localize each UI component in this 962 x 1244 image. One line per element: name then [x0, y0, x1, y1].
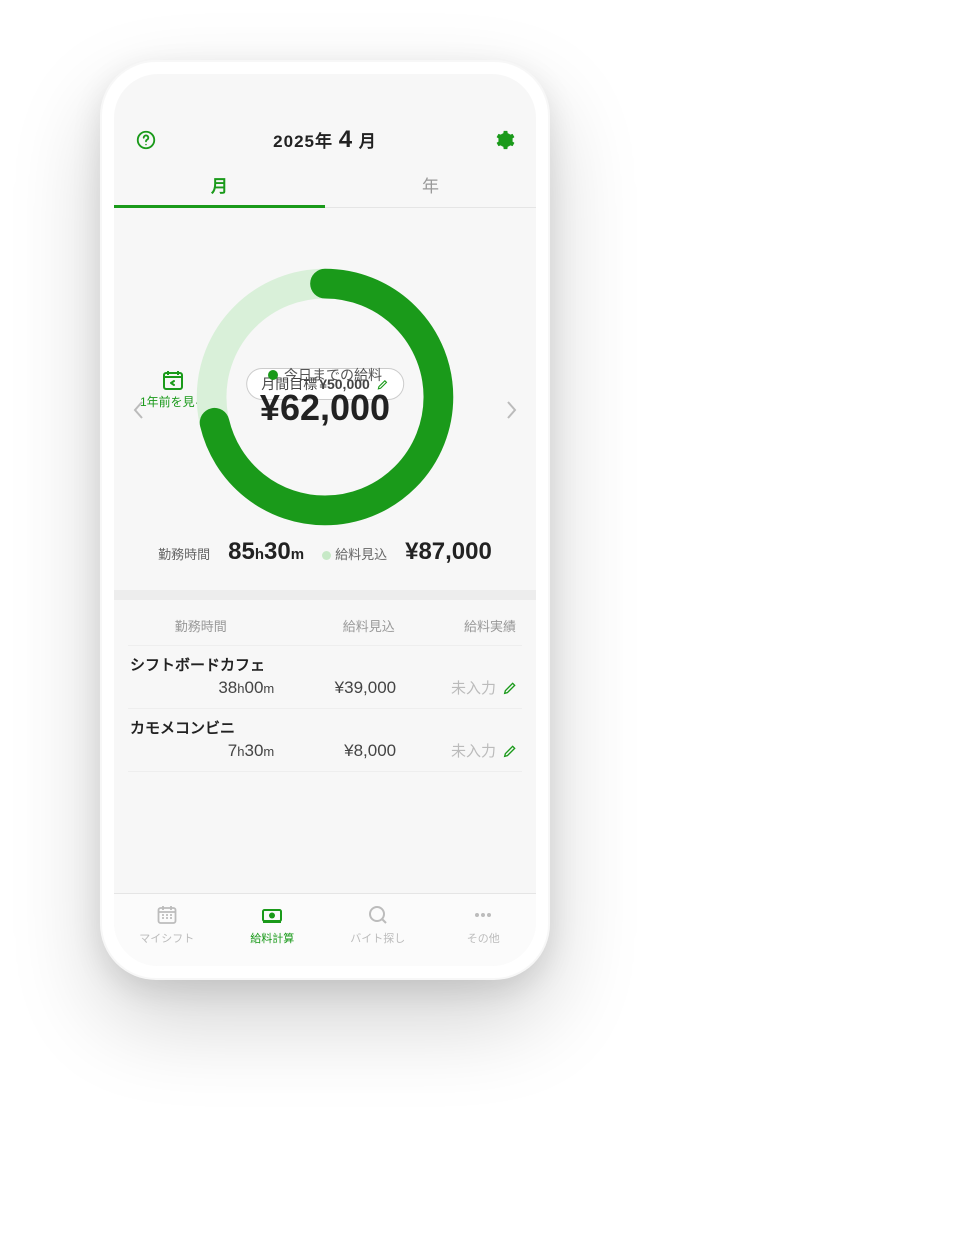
- cell-estimate: ¥39,000: [274, 678, 396, 698]
- table-row[interactable]: カモメコンビニ 7h30m ¥8,000 未入力: [128, 708, 522, 772]
- chevron-right-icon: [504, 399, 518, 421]
- job-name: シフトボードカフェ: [128, 654, 522, 677]
- tabbar-myshift-label: マイシフト: [114, 930, 220, 946]
- money-icon: [220, 902, 326, 928]
- next-month-button[interactable]: [494, 389, 528, 437]
- period-tabs: 月 年: [114, 162, 536, 208]
- phone-screen: 2025年 4 月 月 年: [114, 74, 536, 966]
- tab-month[interactable]: 月: [114, 162, 325, 207]
- cell-actual: 未入力: [396, 740, 518, 761]
- tabbar-myshift[interactable]: マイシフト: [114, 902, 220, 946]
- title-month-suffix: 月: [359, 132, 377, 151]
- title-year: 2025年: [273, 132, 333, 151]
- pencil-icon[interactable]: [502, 743, 518, 759]
- job-name: カモメコンビニ: [128, 717, 522, 740]
- table-header: 勤務時間 給料見込 給料実績: [128, 612, 522, 645]
- chevron-left-icon: [132, 399, 146, 421]
- calendar-icon: [114, 902, 220, 928]
- chart-area: 1年前を見る 月間目標 ¥50,000: [114, 208, 536, 590]
- tabbar-other[interactable]: その他: [431, 902, 537, 946]
- salary-progress-donut: 今日までの給料 ¥62,000: [190, 262, 460, 532]
- donut-amount: ¥62,000: [260, 387, 390, 429]
- donut-label: 今日までの給料: [284, 365, 382, 385]
- search-icon: [325, 902, 431, 928]
- prev-month-button[interactable]: [122, 389, 156, 437]
- more-icon: [431, 902, 537, 928]
- summary-row: 勤務時間 85h30m 給料見込 ¥87,000: [114, 532, 536, 580]
- tabbar-jobsearch-label: バイト探し: [325, 930, 431, 946]
- title-month: 4: [339, 126, 353, 153]
- cell-actual: 未入力: [396, 677, 518, 698]
- cell-hours: 7h30m: [128, 741, 274, 761]
- header: 2025年 4 月: [114, 74, 536, 162]
- page-title: 2025年 4 月: [273, 126, 377, 154]
- tabbar-salary[interactable]: 給料計算: [220, 902, 326, 946]
- jobs-table: 勤務時間 給料見込 給料実績 シフトボードカフェ 38h00m ¥39,000 …: [114, 600, 536, 772]
- cell-estimate: ¥8,000: [274, 741, 396, 761]
- donut-center: 今日までの給料 ¥62,000: [190, 262, 460, 532]
- legend-dot-estimate: [322, 551, 331, 560]
- tabbar-other-label: その他: [431, 930, 537, 946]
- th-actual: 給料実績: [395, 616, 516, 635]
- estimate-value: ¥87,000: [405, 538, 492, 566]
- help-icon[interactable]: [132, 126, 160, 154]
- tabbar-salary-label: 給料計算: [220, 930, 326, 946]
- work-hours-value: 85h30m: [228, 538, 304, 566]
- phone-frame: 2025年 4 月 月 年: [100, 60, 550, 980]
- estimate-label: 給料見込: [322, 544, 387, 563]
- table-row[interactable]: シフトボードカフェ 38h00m ¥39,000 未入力: [128, 645, 522, 708]
- legend-dot-actual: [268, 370, 278, 380]
- section-divider: [114, 590, 536, 600]
- bottom-tabbar: マイシフト 給料計算: [114, 893, 536, 966]
- pencil-icon[interactable]: [502, 680, 518, 696]
- work-hours-label: 勤務時間: [158, 544, 210, 563]
- th-estimate: 給料見込: [274, 616, 395, 635]
- cell-hours: 38h00m: [128, 678, 274, 698]
- tab-year[interactable]: 年: [325, 162, 536, 207]
- th-hours: 勤務時間: [128, 616, 274, 635]
- tabbar-jobsearch[interactable]: バイト探し: [325, 902, 431, 946]
- gear-icon[interactable]: [490, 126, 518, 154]
